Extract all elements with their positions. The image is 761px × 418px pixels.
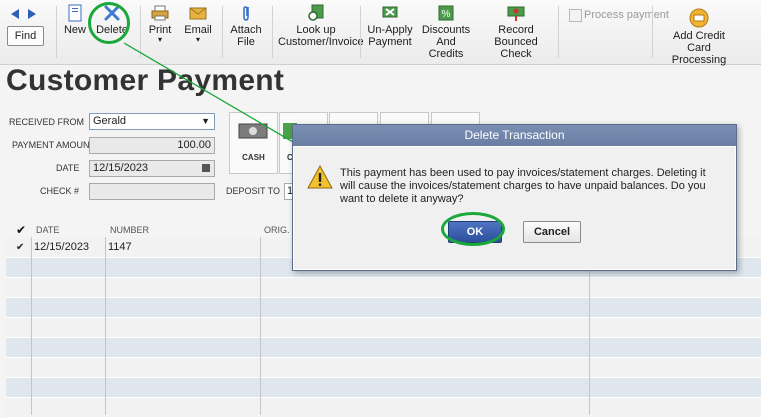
warning-icon: [307, 165, 333, 189]
cancel-button[interactable]: Cancel: [523, 221, 581, 243]
dialog-body: This payment has been used to pay invoic…: [293, 146, 736, 270]
ok-highlight-circle: [441, 212, 505, 246]
dialog-message: This payment has been used to pay invoic…: [340, 167, 706, 205]
dialog-title: Delete Transaction: [293, 125, 736, 146]
delete-transaction-dialog: Delete Transaction This payment has been…: [292, 124, 737, 271]
